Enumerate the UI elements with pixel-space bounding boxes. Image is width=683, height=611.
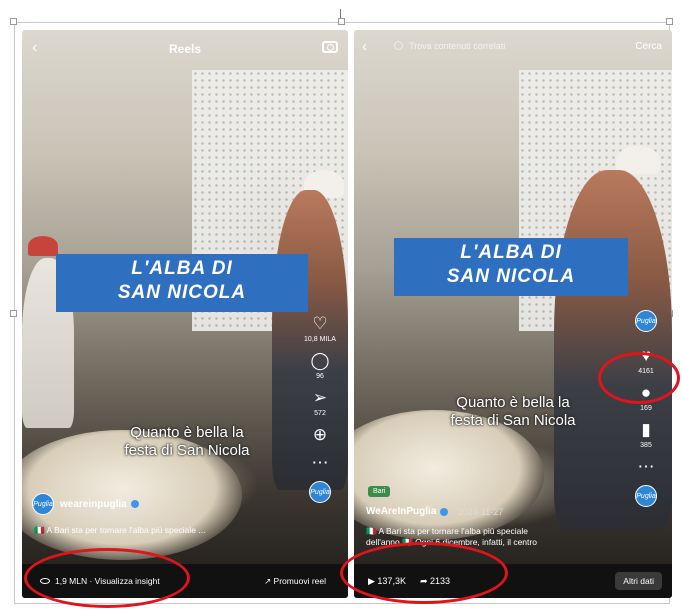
- comment-count: 169: [640, 405, 652, 412]
- chef-red-hat: [28, 236, 58, 256]
- verified-badge-icon: [440, 507, 449, 516]
- search-button[interactable]: Cerca: [635, 41, 662, 52]
- action-rail: ♡ 10,8 MILA ◯ 96 ➢ 572 ⊕ ⋯ Puglia: [298, 314, 342, 503]
- title-banner: L'ALBA DI SAN NICOLA: [394, 238, 628, 296]
- overlay-line-2: festa di San Nicola: [450, 412, 576, 429]
- reel-screen-right: ‹ Trova contenuti correlati Cerca L'ALBA…: [354, 30, 672, 598]
- reel-screen-left: ‹ Reels L'ALBA DI SAN NICOLA Quanto è be…: [22, 30, 348, 598]
- camera-icon[interactable]: [322, 41, 338, 53]
- like-count: 10,8 MILA: [304, 336, 336, 343]
- account-row[interactable]: WeAreInPuglia · 2024-11-27: [366, 506, 503, 517]
- resize-handle-mid-left[interactable]: [10, 310, 17, 317]
- audio-thumbnail[interactable]: Puglia: [309, 481, 331, 503]
- banner-line-1: L'ALBA DI: [131, 258, 233, 279]
- overlay-line-1: Quanto è bella la: [456, 394, 570, 411]
- page-title: Reels: [168, 42, 202, 56]
- video-overlay-text: Quanto è bella la festa di San Nicola: [92, 424, 282, 460]
- promote-reel-button[interactable]: ↗ Promuovi reel: [264, 576, 326, 587]
- audio-thumbnail[interactable]: Puglia: [635, 485, 657, 507]
- comment-button[interactable]: ◯ 96: [310, 351, 329, 380]
- verified-badge-icon: [130, 500, 139, 508]
- more-options-button[interactable]: ⋯: [312, 453, 329, 473]
- comment-icon: ◯: [310, 351, 330, 370]
- more-dots-icon: ⋯: [311, 453, 329, 472]
- remix-icon: ⊕: [312, 425, 328, 444]
- audio-label[interactable]: ♬ weareinpuglia · Audio origi: [62, 508, 153, 515]
- back-arrow-icon[interactable]: ‹: [362, 38, 367, 55]
- share-count: 572: [314, 410, 326, 417]
- resize-handle-top-left[interactable]: [10, 18, 17, 25]
- avatar[interactable]: Puglia: [32, 493, 54, 515]
- banner-line-2: SAN NICOLA: [117, 282, 247, 303]
- annotation-circle-stats: [340, 542, 508, 604]
- bookmark-icon: ▮: [641, 420, 651, 439]
- search-placeholder: Trova contenuti correlati: [409, 41, 506, 51]
- overlay-line-1: Quanto è bella la: [130, 424, 244, 441]
- overlay-line-2: festa di San Nicola: [124, 442, 250, 459]
- send-icon: ➢: [312, 388, 328, 407]
- save-count: 385: [640, 442, 652, 449]
- more-dots-icon: ⋯: [637, 457, 655, 476]
- annotation-circle-likes: [598, 352, 680, 404]
- banner-line-2: SAN NICOLA: [446, 266, 576, 287]
- more-data-button[interactable]: Altri dati: [615, 572, 662, 590]
- username[interactable]: WeAreInPuglia: [366, 506, 436, 517]
- video-overlay-text: Quanto è bella la festa di San Nicola: [418, 394, 608, 430]
- caption[interactable]: 🇮🇹 A Bari sta per tornare l'alba più spe…: [34, 525, 274, 536]
- action-rail: Puglia ♥ 4161 ● 169 ▮ 385 ⋯ Puglia: [624, 310, 668, 507]
- top-bar: ‹ Trova contenuti correlati Cerca: [354, 30, 672, 66]
- post-date: · 2024-11-27: [452, 506, 504, 517]
- annotation-circle-views: [24, 548, 190, 608]
- comment-count: 96: [316, 373, 324, 380]
- heart-icon: ♡: [312, 314, 328, 333]
- banner-line-1: L'ALBA DI: [460, 242, 562, 263]
- more-options-button[interactable]: ⋯: [638, 457, 655, 477]
- resize-handle-top-right[interactable]: [666, 18, 673, 25]
- caption-line-1: 🇮🇹 A Bari sta per tornare l'alba più spe…: [366, 526, 528, 536]
- share-button[interactable]: ➢ 572: [313, 388, 327, 417]
- like-button[interactable]: ♡ 10,8 MILA: [304, 314, 336, 343]
- location-tag[interactable]: Bari: [368, 486, 391, 497]
- search-input[interactable]: Trova contenuti correlati: [394, 41, 505, 51]
- profile-avatar[interactable]: Puglia: [635, 310, 657, 332]
- title-banner: L'ALBA DI SAN NICOLA: [56, 254, 308, 312]
- save-button[interactable]: ▮ 385: [640, 420, 652, 449]
- remix-button[interactable]: ⊕: [313, 425, 327, 445]
- top-bar: ‹ Reels: [22, 30, 348, 66]
- search-icon: [394, 41, 403, 50]
- resize-handle-top-mid[interactable]: [338, 18, 345, 25]
